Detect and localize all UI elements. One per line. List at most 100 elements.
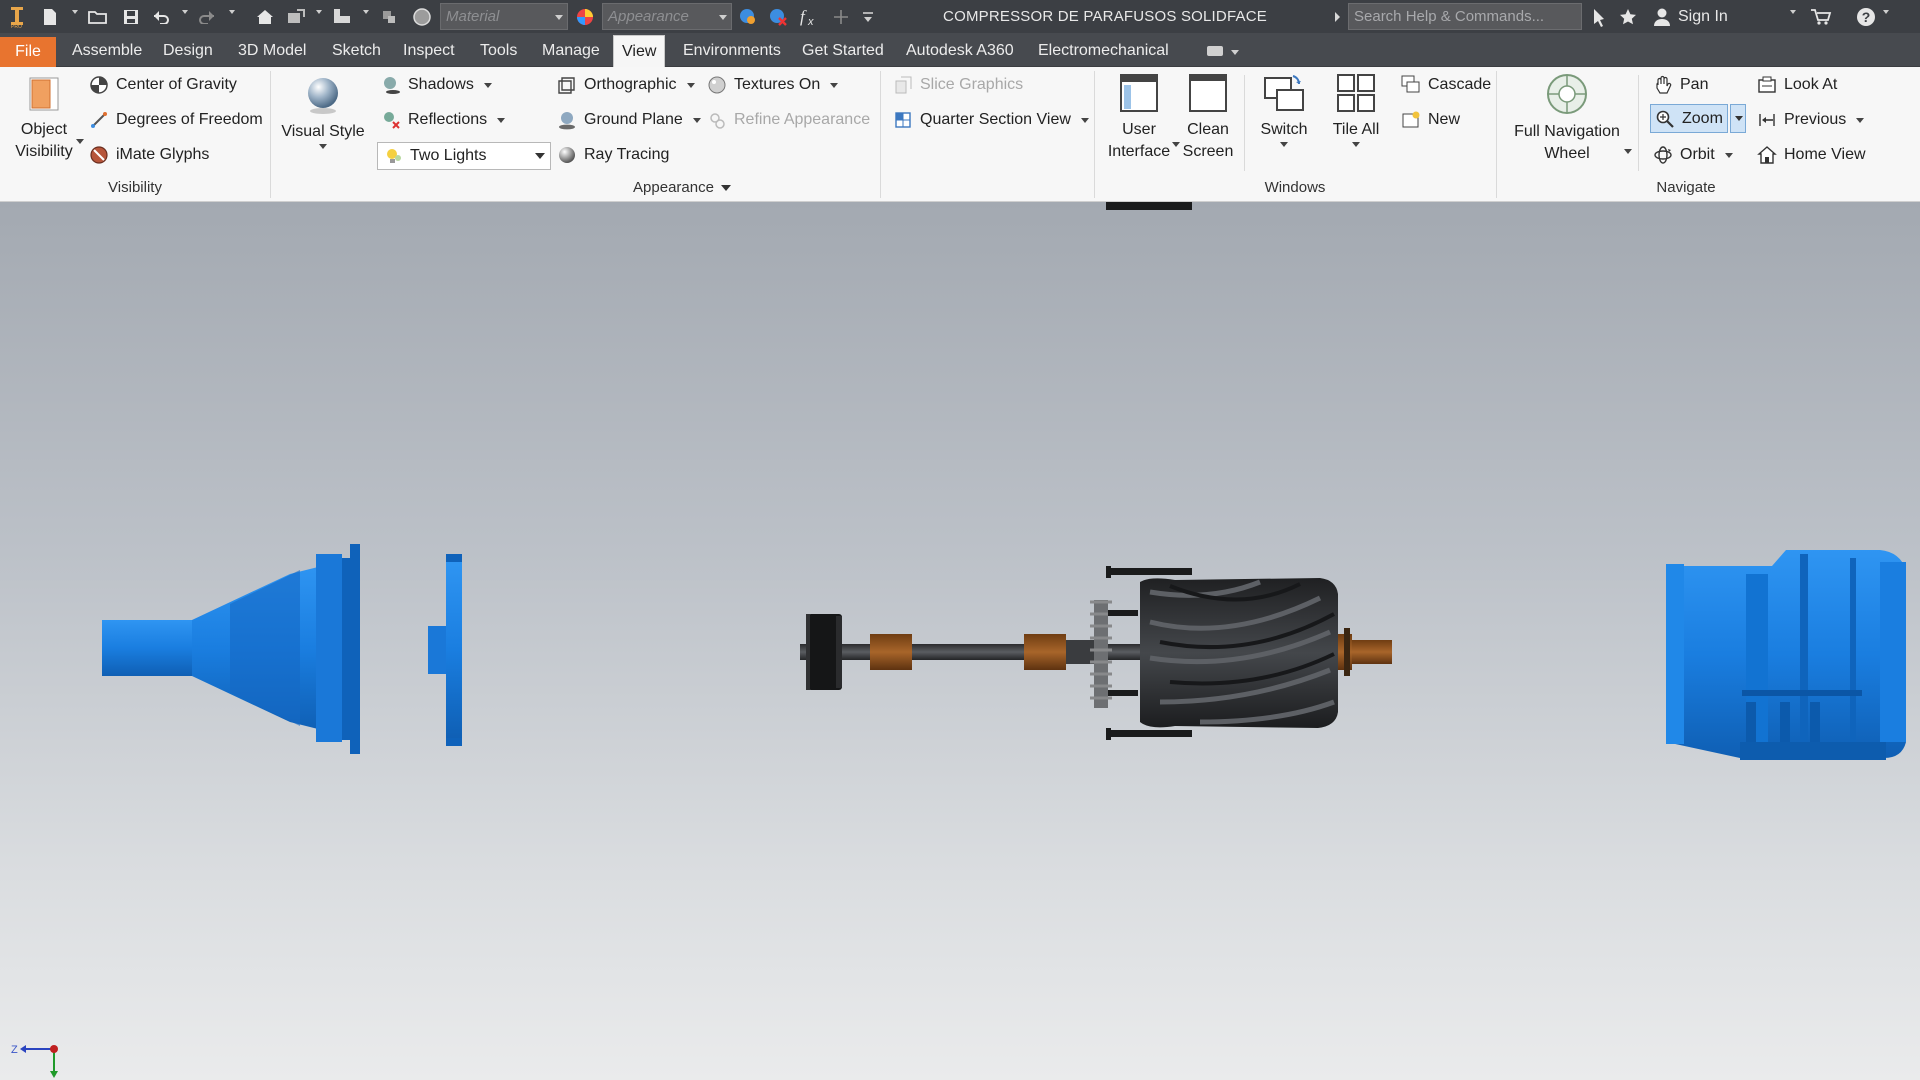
- clear-appearance-icon[interactable]: [766, 4, 790, 29]
- appearance-panel-title[interactable]: Appearance: [270, 178, 1094, 198]
- previous-view-button[interactable]: Previous: [1756, 106, 1865, 134]
- look-at-label: Look At: [1784, 76, 1838, 93]
- measure-dropdown-icon[interactable]: [363, 10, 369, 14]
- tab-view[interactable]: View: [613, 35, 666, 67]
- full-navigation-wheel-button[interactable]: Full Navigation Wheel: [1506, 71, 1628, 165]
- favorites-star-icon[interactable]: [1616, 4, 1640, 29]
- cascade-button[interactable]: Cascade: [1400, 71, 1491, 99]
- sign-in-dropdown-icon[interactable]: [1790, 10, 1796, 14]
- navigation-wheel-dropdown-icon[interactable]: [1624, 149, 1632, 154]
- title-bar: PRO Material Appearance f x COMPRESSOR D…: [0, 0, 1920, 33]
- visual-style-sphere-icon: [301, 73, 345, 117]
- visual-style-button[interactable]: Visual Style: [280, 73, 366, 149]
- select-priority-icon[interactable]: [378, 4, 400, 29]
- help-dropdown-icon[interactable]: [1883, 10, 1889, 14]
- user-account-icon[interactable]: [1650, 4, 1674, 29]
- object-visibility-dropdown-icon[interactable]: [76, 139, 84, 144]
- home-view-button[interactable]: Home View: [1756, 141, 1866, 169]
- measure-icon[interactable]: [330, 4, 354, 29]
- redo-icon[interactable]: [196, 4, 218, 29]
- customize-quick-access-icon[interactable]: [858, 4, 878, 29]
- title-expand-icon[interactable]: [1335, 12, 1340, 22]
- ground-plane-button[interactable]: Ground Plane: [556, 106, 701, 134]
- inlet-cone-part[interactable]: [102, 544, 360, 754]
- assembly-model[interactable]: [0, 202, 1920, 1080]
- undo-dropdown-icon[interactable]: [182, 10, 188, 14]
- end-plate-part[interactable]: [428, 554, 462, 746]
- update-icon[interactable]: [285, 4, 307, 29]
- tab-inspect[interactable]: Inspect: [395, 35, 463, 67]
- zoom-dropdown-button[interactable]: [1730, 104, 1746, 133]
- clean-screen-button[interactable]: Clean Screen: [1180, 71, 1236, 163]
- help-search-input[interactable]: Search Help & Commands...: [1348, 3, 1582, 30]
- ribbon-display-dropdown-icon[interactable]: [1231, 50, 1239, 55]
- tab-3d-model[interactable]: 3D Model: [230, 35, 314, 67]
- material-globe-icon[interactable]: [410, 4, 434, 29]
- home-view-label: Home View: [1784, 146, 1866, 163]
- tab-autodesk-a360[interactable]: Autodesk A360: [898, 35, 1022, 67]
- fx-parameters-icon[interactable]: fx: [798, 4, 822, 29]
- tab-file[interactable]: File: [0, 37, 56, 67]
- chevron-down-icon: [1724, 152, 1733, 158]
- open-folder-icon[interactable]: [86, 4, 110, 29]
- tab-assemble[interactable]: Assemble: [64, 35, 150, 67]
- lighting-style-select[interactable]: Two Lights: [377, 142, 551, 170]
- bearing-1: [870, 634, 912, 670]
- tab-design[interactable]: Design: [155, 35, 221, 67]
- tab-electromechanical[interactable]: Electromechanical: [1030, 35, 1177, 67]
- object-visibility-label-1: Object: [20, 121, 68, 138]
- imate-glyphs-button[interactable]: iMate Glyphs: [88, 141, 209, 169]
- new-dropdown-icon[interactable]: [72, 10, 78, 14]
- pan-hand-icon: [1652, 74, 1674, 96]
- search-go-icon[interactable]: [1587, 4, 1611, 29]
- orthographic-button[interactable]: Orthographic: [556, 71, 695, 99]
- tab-sketch[interactable]: Sketch: [324, 35, 389, 67]
- compressor-housing-part[interactable]: [1666, 550, 1906, 760]
- material-combo[interactable]: Material: [440, 3, 568, 30]
- center-of-gravity-button[interactable]: Center of Gravity: [88, 71, 237, 99]
- redo-dropdown-icon[interactable]: [229, 10, 235, 14]
- object-visibility-button[interactable]: Object Visibility: [8, 73, 80, 163]
- appearance-combo[interactable]: Appearance: [602, 3, 732, 30]
- appearance-panel-title-text: Appearance: [633, 179, 714, 196]
- zoom-button[interactable]: Zoom: [1650, 104, 1728, 133]
- degrees-of-freedom-button[interactable]: Degrees of Freedom: [88, 106, 263, 134]
- look-at-button[interactable]: Look At: [1756, 71, 1837, 99]
- chevron-down-icon: [1080, 117, 1089, 123]
- user-interface-dropdown-icon[interactable]: [1172, 142, 1180, 147]
- adjust-appearance-icon[interactable]: [736, 4, 760, 29]
- reflections-button[interactable]: Reflections: [380, 106, 506, 134]
- ribbon-display-icon[interactable]: [1207, 46, 1223, 56]
- user-interface-button[interactable]: User Interface: [1102, 71, 1176, 163]
- shadows-button[interactable]: Shadows: [380, 71, 492, 99]
- sign-in-link[interactable]: Sign In: [1678, 0, 1728, 33]
- tab-manage[interactable]: Manage: [534, 35, 608, 67]
- rotor-shaft-assembly[interactable]: [800, 202, 1392, 740]
- shadows-icon: [380, 74, 402, 96]
- home-icon[interactable]: [254, 4, 276, 29]
- switch-button[interactable]: Switch: [1252, 71, 1316, 147]
- tile-all-button[interactable]: Tile All: [1324, 71, 1388, 147]
- slice-graphics-button[interactable]: Slice Graphics: [892, 71, 1023, 99]
- graphics-viewport[interactable]: Z: [0, 202, 1920, 1080]
- new-file-icon[interactable]: [40, 4, 60, 29]
- textures-on-button[interactable]: Textures On: [706, 71, 839, 99]
- inventor-logo-icon[interactable]: PRO: [6, 4, 28, 29]
- orbit-button[interactable]: Orbit: [1652, 141, 1733, 169]
- appearance-ball-icon[interactable]: [574, 4, 596, 29]
- new-window-button[interactable]: New: [1400, 106, 1460, 134]
- quarter-section-view-button[interactable]: Quarter Section View: [892, 106, 1089, 134]
- user-interface-window-icon: [1117, 71, 1161, 115]
- update-dropdown-icon[interactable]: [316, 10, 322, 14]
- add-icon[interactable]: [830, 4, 852, 29]
- ray-tracing-button[interactable]: Ray Tracing: [556, 141, 669, 169]
- tab-tools[interactable]: Tools: [472, 35, 525, 67]
- help-icon[interactable]: ?: [1854, 4, 1878, 29]
- undo-icon[interactable]: [150, 4, 172, 29]
- refine-appearance-button[interactable]: Refine Appearance: [706, 106, 870, 134]
- tab-environments[interactable]: Environments: [675, 35, 789, 67]
- autodesk-app-store-cart-icon[interactable]: [1808, 4, 1834, 29]
- pan-button[interactable]: Pan: [1652, 71, 1708, 99]
- tab-get-started[interactable]: Get Started: [794, 35, 892, 67]
- save-icon[interactable]: [120, 4, 142, 29]
